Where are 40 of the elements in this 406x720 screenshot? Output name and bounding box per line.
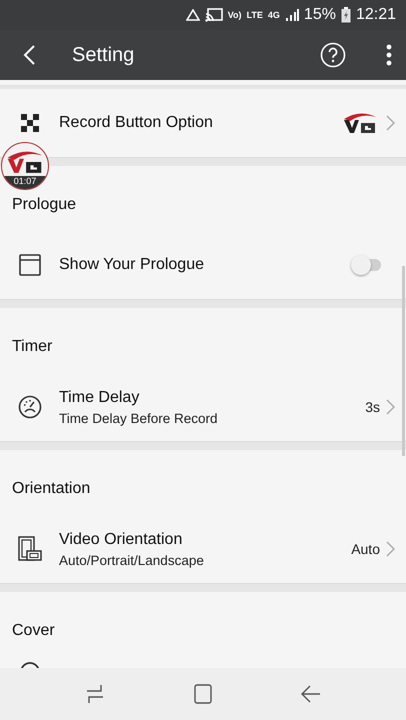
- section-header: Timer: [12, 337, 52, 357]
- cast-icon: [204, 8, 223, 22]
- gauge-icon: [18, 395, 42, 419]
- section-header: Prologue: [12, 195, 76, 215]
- logo-icon: [5, 149, 45, 175]
- panel-icon: [18, 254, 42, 276]
- row-subtitle: Auto/Portrait/Landscape: [59, 552, 205, 568]
- chevron-icon: [386, 115, 395, 131]
- screens-icon: [18, 536, 42, 562]
- chevron-icon: [386, 399, 395, 415]
- row-title: Show Your Prologue: [59, 256, 205, 274]
- home-icon: [194, 684, 212, 704]
- chevron-icon: [386, 541, 395, 557]
- logo-icon: [342, 111, 378, 135]
- network-indicator: Vo): [228, 10, 242, 20]
- clock: 12:21: [356, 6, 396, 24]
- row-title: Video Orientation: [59, 530, 184, 548]
- row-value: 3s: [365, 399, 380, 415]
- row-title: Time Delay: [59, 388, 140, 406]
- screen-title: Setting: [72, 44, 136, 66]
- network-indicator: LTE: [246, 10, 263, 20]
- settings-row[interactable]: Time Delay Time Delay Before Record 3s: [0, 373, 406, 441]
- signal-icon: [284, 9, 299, 21]
- settings-row[interactable]: Record Button Option: [0, 89, 406, 157]
- more-menu-button[interactable]: [386, 44, 392, 66]
- help-button[interactable]: [320, 42, 346, 68]
- back-button[interactable]: [22, 44, 36, 66]
- checker-icon: [18, 114, 42, 132]
- row-value: Auto: [351, 541, 380, 557]
- section-header: Cover: [12, 621, 55, 641]
- back-arrow-icon: [301, 685, 322, 703]
- recents-icon: [84, 684, 105, 704]
- battery-icon: [340, 7, 351, 23]
- settings-row[interactable]: Video Orientation Auto/Portrait/Landscape Auto: [0, 515, 406, 583]
- row-title: Record Button Option: [59, 114, 214, 132]
- section-header: Orientation: [12, 479, 90, 499]
- row-subtitle: Time Delay Before Record: [59, 410, 219, 426]
- network-indicator: 4G: [268, 10, 280, 20]
- settings-row[interactable]: Show Your Prologue: [0, 231, 406, 299]
- battery-percent: 15%: [304, 6, 336, 24]
